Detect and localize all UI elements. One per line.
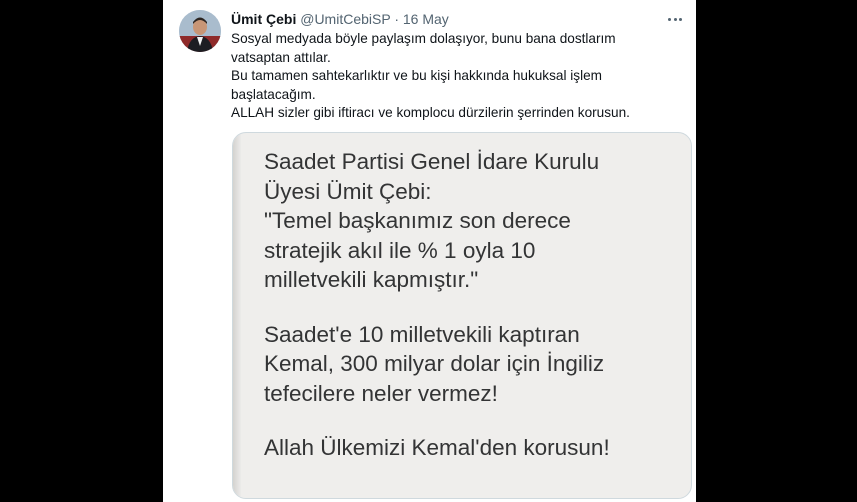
media-text: Saadet Partisi Genel İdare Kurulu Üyesi … bbox=[264, 147, 681, 488]
media-paragraph: Saadet'e 10 milletvekili kaptıran Kemal,… bbox=[264, 320, 681, 409]
more-options-button[interactable] bbox=[664, 10, 686, 28]
tweet-media-image[interactable]: Saadet Partisi Genel İdare Kurulu Üyesi … bbox=[232, 132, 692, 499]
tweet-header: Ümit Çebi @UmitCebiSP · 16 May bbox=[231, 11, 656, 28]
tweet-text: Sosyal medyada böyle paylaşım dolaşıyor,… bbox=[231, 30, 682, 123]
author-name[interactable]: Ümit Çebi bbox=[231, 11, 296, 27]
more-horizontal-icon bbox=[667, 17, 683, 21]
media-paragraph: Allah Ülkemizi Kemal'den korusun! bbox=[264, 433, 681, 463]
separator-dot: · bbox=[394, 11, 399, 27]
media-line: Kemal, 300 milyar dolar için İngiliz bbox=[264, 351, 605, 376]
tweet-date[interactable]: 16 May bbox=[403, 11, 449, 27]
media-line: milletvekili kapmıştır." bbox=[264, 267, 479, 292]
tweet-text-line: ALLAH sizler gibi iftiracı ve komplocu d… bbox=[231, 105, 630, 121]
media-line: tefecilere neler vermez! bbox=[264, 380, 498, 406]
media-paragraph: Saadet Partisi Genel İdare Kurulu Üyesi … bbox=[264, 147, 681, 295]
media-line: Allah Ülkemizi Kemal'den korusun! bbox=[264, 435, 610, 460]
media-line: Saadet'e 10 milletvekili kaptıran bbox=[264, 321, 580, 347]
media-line: Üyesi Ümit Çebi: bbox=[264, 178, 432, 204]
media-edge bbox=[233, 133, 241, 498]
media-line: Saadet Partisi Genel İdare Kurulu bbox=[264, 149, 600, 174]
tweet-text-line: Sosyal medyada böyle paylaşım dolaşıyor,… bbox=[231, 31, 616, 46]
tweet-card: Ümit Çebi @UmitCebiSP · 16 May Sosyal me… bbox=[163, 0, 696, 502]
tweet-text-line: vatsaptan attılar. bbox=[231, 49, 331, 65]
tweet-text-line: başlatacağım. bbox=[231, 86, 316, 102]
media-line: "Temel başkanımız son derece bbox=[264, 208, 571, 233]
media-line: stratejik akıl ile % 1 oyla 10 bbox=[264, 237, 536, 263]
author-handle[interactable]: @UmitCebiSP bbox=[300, 11, 390, 27]
avatar[interactable] bbox=[179, 10, 221, 52]
tweet-text-line: Bu tamamen sahtekarlıktır ve bu kişi hak… bbox=[231, 68, 602, 84]
